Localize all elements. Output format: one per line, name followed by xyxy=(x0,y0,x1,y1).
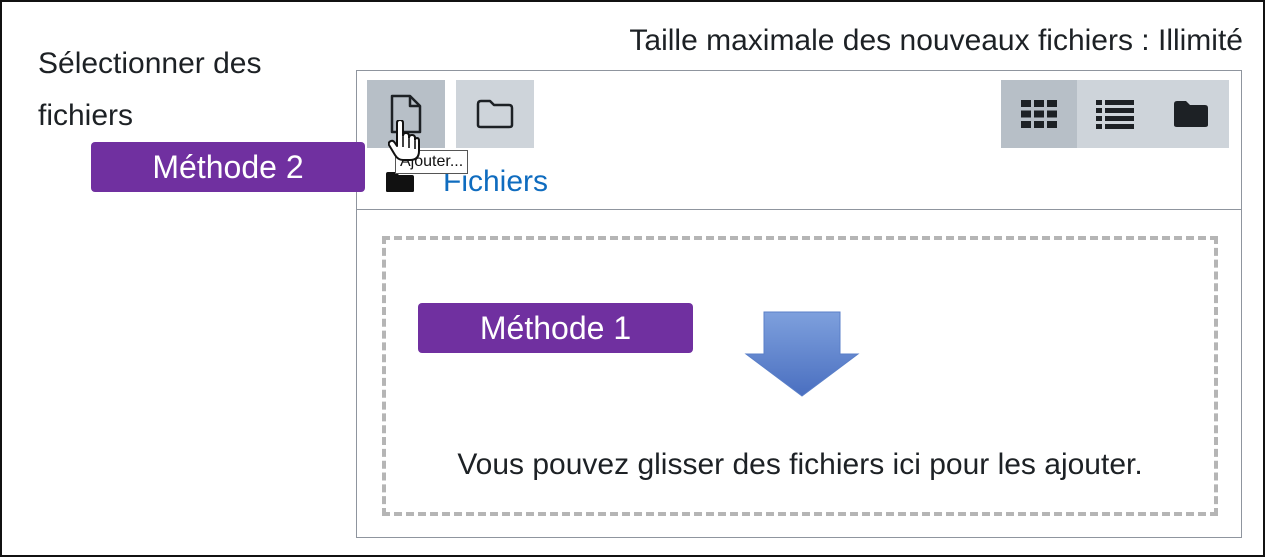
tree-view-button[interactable] xyxy=(1153,80,1229,148)
grid-view-icon xyxy=(1021,100,1057,128)
down-arrow-icon xyxy=(744,311,860,397)
grid-view-button[interactable] xyxy=(1001,80,1077,148)
drop-zone-text: Vous pouvez glisser des fichiers ici pou… xyxy=(457,448,1143,481)
list-view-button[interactable] xyxy=(1077,80,1153,148)
tree-view-icon xyxy=(1174,101,1208,127)
list-view-icon xyxy=(1096,100,1134,129)
annotation-method-1: Méthode 1 xyxy=(418,303,693,353)
folder-icon xyxy=(476,99,514,129)
create-folder-button[interactable] xyxy=(456,80,534,148)
field-label: Sélectionner des fichiers xyxy=(38,47,262,132)
max-file-size-text: Taille maximale des nouveaux fichiers : … xyxy=(629,24,1243,57)
breadcrumb: Fichiers xyxy=(357,163,1241,210)
view-switcher xyxy=(1001,80,1229,148)
folder-icon xyxy=(386,172,414,192)
hand-pointer-icon xyxy=(388,120,420,161)
drop-zone[interactable]: Vous pouvez glisser des fichiers ici pou… xyxy=(382,236,1218,516)
annotation-method-2: Méthode 2 xyxy=(91,142,365,192)
